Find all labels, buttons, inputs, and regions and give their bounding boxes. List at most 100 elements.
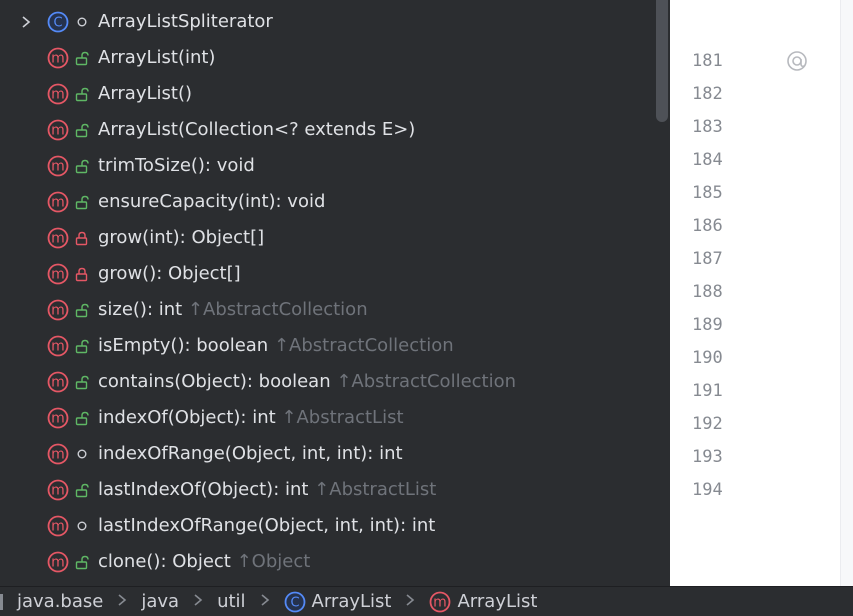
public-lock-icon — [75, 123, 89, 138]
breadcrumb-separator-icon — [250, 592, 280, 611]
svg-text:m: m — [51, 303, 65, 319]
structure-item-label: indexOfRange(Object, int, int): int — [98, 443, 403, 464]
svg-text:C: C — [290, 595, 299, 610]
structure-item[interactable]: m grow(int): Object[] — [0, 220, 655, 256]
breadcrumb-item[interactable]: java — [137, 591, 183, 612]
line-number: 191 — [692, 381, 723, 401]
package-private-icon — [77, 17, 87, 27]
line-number: 183 — [692, 117, 723, 137]
chevron-right-icon[interactable] — [18, 4, 34, 40]
svg-text:m: m — [51, 375, 65, 391]
method-icon: m — [47, 119, 69, 141]
svg-text:m: m — [51, 159, 65, 175]
svg-text:m: m — [51, 231, 65, 247]
line-number: 189 — [692, 315, 723, 335]
line-number: 190 — [692, 348, 723, 368]
structure-item-label: contains(Object): boolean ↑AbstractColle… — [98, 371, 517, 392]
method-icon: m — [47, 371, 69, 393]
public-lock-icon — [75, 339, 89, 354]
structure-item[interactable]: m indexOf(Object): int ↑AbstractList — [0, 400, 655, 436]
svg-text:m: m — [51, 447, 65, 463]
breadcrumb-item[interactable]: util — [213, 591, 249, 612]
inherited-from-label: ↑Object — [230, 551, 311, 572]
method-icon: m — [47, 407, 69, 429]
public-lock-icon — [75, 51, 89, 66]
breadcrumb-label: java.base — [17, 591, 104, 612]
structure-item[interactable]: m grow(): Object[] — [0, 256, 655, 292]
method-icon: m — [47, 551, 69, 573]
structure-item-label: size(): int ↑AbstractCollection — [98, 299, 368, 320]
line-number: 192 — [692, 414, 723, 434]
method-icon: m — [47, 443, 69, 465]
structure-item-label: trimToSize(): void — [98, 155, 255, 176]
inherited-from-label: ↑AbstractCollection — [268, 335, 454, 356]
line-number: 181 — [692, 51, 723, 71]
breadcrumb-separator-icon — [395, 592, 425, 611]
inherited-from-label: ↑AbstractCollection — [330, 371, 517, 392]
structure-item-label: clone(): Object ↑Object — [98, 551, 311, 572]
package-private-icon — [77, 449, 87, 459]
line-number: 194 — [692, 480, 723, 500]
breadcrumb-label: ArrayList — [311, 590, 392, 612]
structure-item[interactable]: m ArrayList(int) — [0, 40, 655, 76]
svg-text:C: C — [53, 16, 62, 31]
structure-item-label: isEmpty(): boolean ↑AbstractCollection — [98, 335, 454, 356]
method-icon: m — [47, 335, 69, 357]
breadcrumb-item[interactable]: java.base — [13, 591, 107, 612]
svg-text:m: m — [51, 195, 65, 211]
structure-item[interactable]: m ensureCapacity(int): void — [0, 184, 655, 220]
svg-text:m: m — [51, 483, 65, 499]
private-lock-icon — [75, 231, 88, 246]
breadcrumb-separator-icon — [183, 592, 213, 611]
structure-item[interactable]: m size(): int ↑AbstractCollection — [0, 292, 655, 328]
method-icon: m — [47, 227, 69, 249]
svg-text:m: m — [51, 411, 65, 427]
svg-text:m: m — [51, 555, 65, 571]
line-number: 182 — [692, 84, 723, 104]
svg-text:m: m — [51, 339, 65, 355]
breadcrumb-item[interactable]: m ArrayList — [425, 591, 541, 613]
method-icon: m — [47, 299, 69, 321]
svg-text:m: m — [51, 51, 65, 67]
svg-text:m: m — [51, 267, 65, 283]
line-number: 184 — [692, 150, 723, 170]
structure-item-label: ArrayListSpliterator — [98, 11, 273, 32]
public-lock-icon — [75, 483, 89, 498]
structure-item[interactable]: m contains(Object): boolean ↑AbstractColl… — [0, 364, 655, 400]
package-private-icon — [77, 521, 87, 531]
editor-gutter: 181 182 183 184 185 186 187 188 189 190 191 192 193 1… — [670, 0, 840, 586]
structure-item[interactable]: m ArrayList(Collection<? extends E>) — [0, 112, 655, 148]
inherited-from-label: ↑AbstractList — [308, 479, 437, 500]
structure-item-label: grow(int): Object[] — [98, 227, 265, 248]
structure-item[interactable]: m isEmpty(): boolean ↑AbstractCollection — [0, 328, 655, 364]
inherited-from-label: ↑AbstractList — [275, 407, 404, 428]
method-icon: m — [47, 155, 69, 177]
private-lock-icon — [75, 267, 88, 282]
svg-text:m: m — [51, 123, 65, 139]
structure-item[interactable]: m lastIndexOfRange(Object, int, int): int — [0, 508, 655, 544]
structure-item[interactable]: m ArrayList() — [0, 76, 655, 112]
structure-scrollbar-thumb[interactable] — [656, 0, 668, 122]
method-icon: m — [47, 83, 69, 105]
structure-item[interactable]: C ArrayListSpliterator — [0, 4, 655, 40]
public-lock-icon — [75, 303, 89, 318]
structure-item[interactable]: m trimToSize(): void — [0, 148, 655, 184]
line-number: 185 — [692, 183, 723, 203]
method-icon: m — [47, 515, 69, 537]
method-icon: m — [430, 591, 451, 612]
public-lock-icon — [75, 87, 89, 102]
svg-text:m: m — [51, 87, 65, 103]
line-number: 186 — [692, 216, 723, 236]
breadcrumb-item[interactable]: C ArrayList — [280, 591, 396, 613]
line-number: 193 — [692, 447, 723, 467]
at-annotation-icon[interactable] — [784, 48, 810, 74]
structure-item[interactable]: m lastIndexOf(Object): int ↑AbstractList — [0, 472, 655, 508]
class-icon: C — [284, 591, 305, 612]
structure-item-label: ArrayList(Collection<? extends E>) — [98, 119, 416, 140]
method-icon: m — [47, 479, 69, 501]
inherited-from-label: ↑AbstractCollection — [182, 299, 368, 320]
line-number: 188 — [692, 282, 723, 302]
public-lock-icon — [75, 555, 89, 570]
structure-item[interactable]: m clone(): Object ↑Object — [0, 544, 655, 580]
structure-item[interactable]: m indexOfRange(Object, int, int): int — [0, 436, 655, 472]
